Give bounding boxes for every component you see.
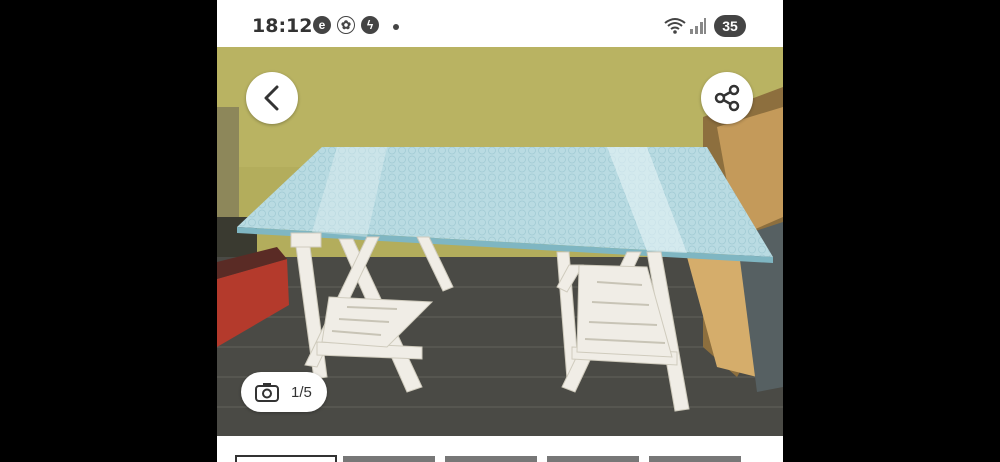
back-button[interactable]: [246, 72, 298, 124]
messenger-icon: ϟ: [361, 16, 379, 34]
photo-counter-text: 1/5: [291, 383, 312, 401]
listing-photo[interactable]: 1/5: [217, 47, 783, 436]
edge-browser-icon: e: [313, 16, 331, 34]
thumbnail-3[interactable]: [445, 456, 537, 462]
thumbnail-5[interactable]: [649, 456, 741, 462]
status-time: 18:12: [252, 15, 313, 37]
share-icon: [714, 84, 740, 112]
wifi-icon: [664, 18, 686, 34]
notification-dot: [393, 24, 399, 30]
status-bar: 18:12 e ✿ ϟ 35: [217, 0, 783, 47]
phone-screen: 18:12 e ✿ ϟ 35 1/5: [217, 0, 783, 462]
photo-counter[interactable]: 1/5: [241, 372, 327, 412]
thumbnail-4[interactable]: [547, 456, 639, 462]
signal-icon: [690, 18, 706, 34]
thumbnail-2[interactable]: [343, 456, 435, 462]
battery-indicator: 35: [714, 15, 746, 37]
camera-icon: [255, 383, 279, 402]
share-button[interactable]: [701, 72, 753, 124]
ladybug-icon: ✿: [337, 16, 355, 34]
chevron-left-icon: [264, 85, 279, 111]
thumbnail-1[interactable]: [235, 455, 337, 462]
thumbnail-strip: [217, 436, 783, 462]
